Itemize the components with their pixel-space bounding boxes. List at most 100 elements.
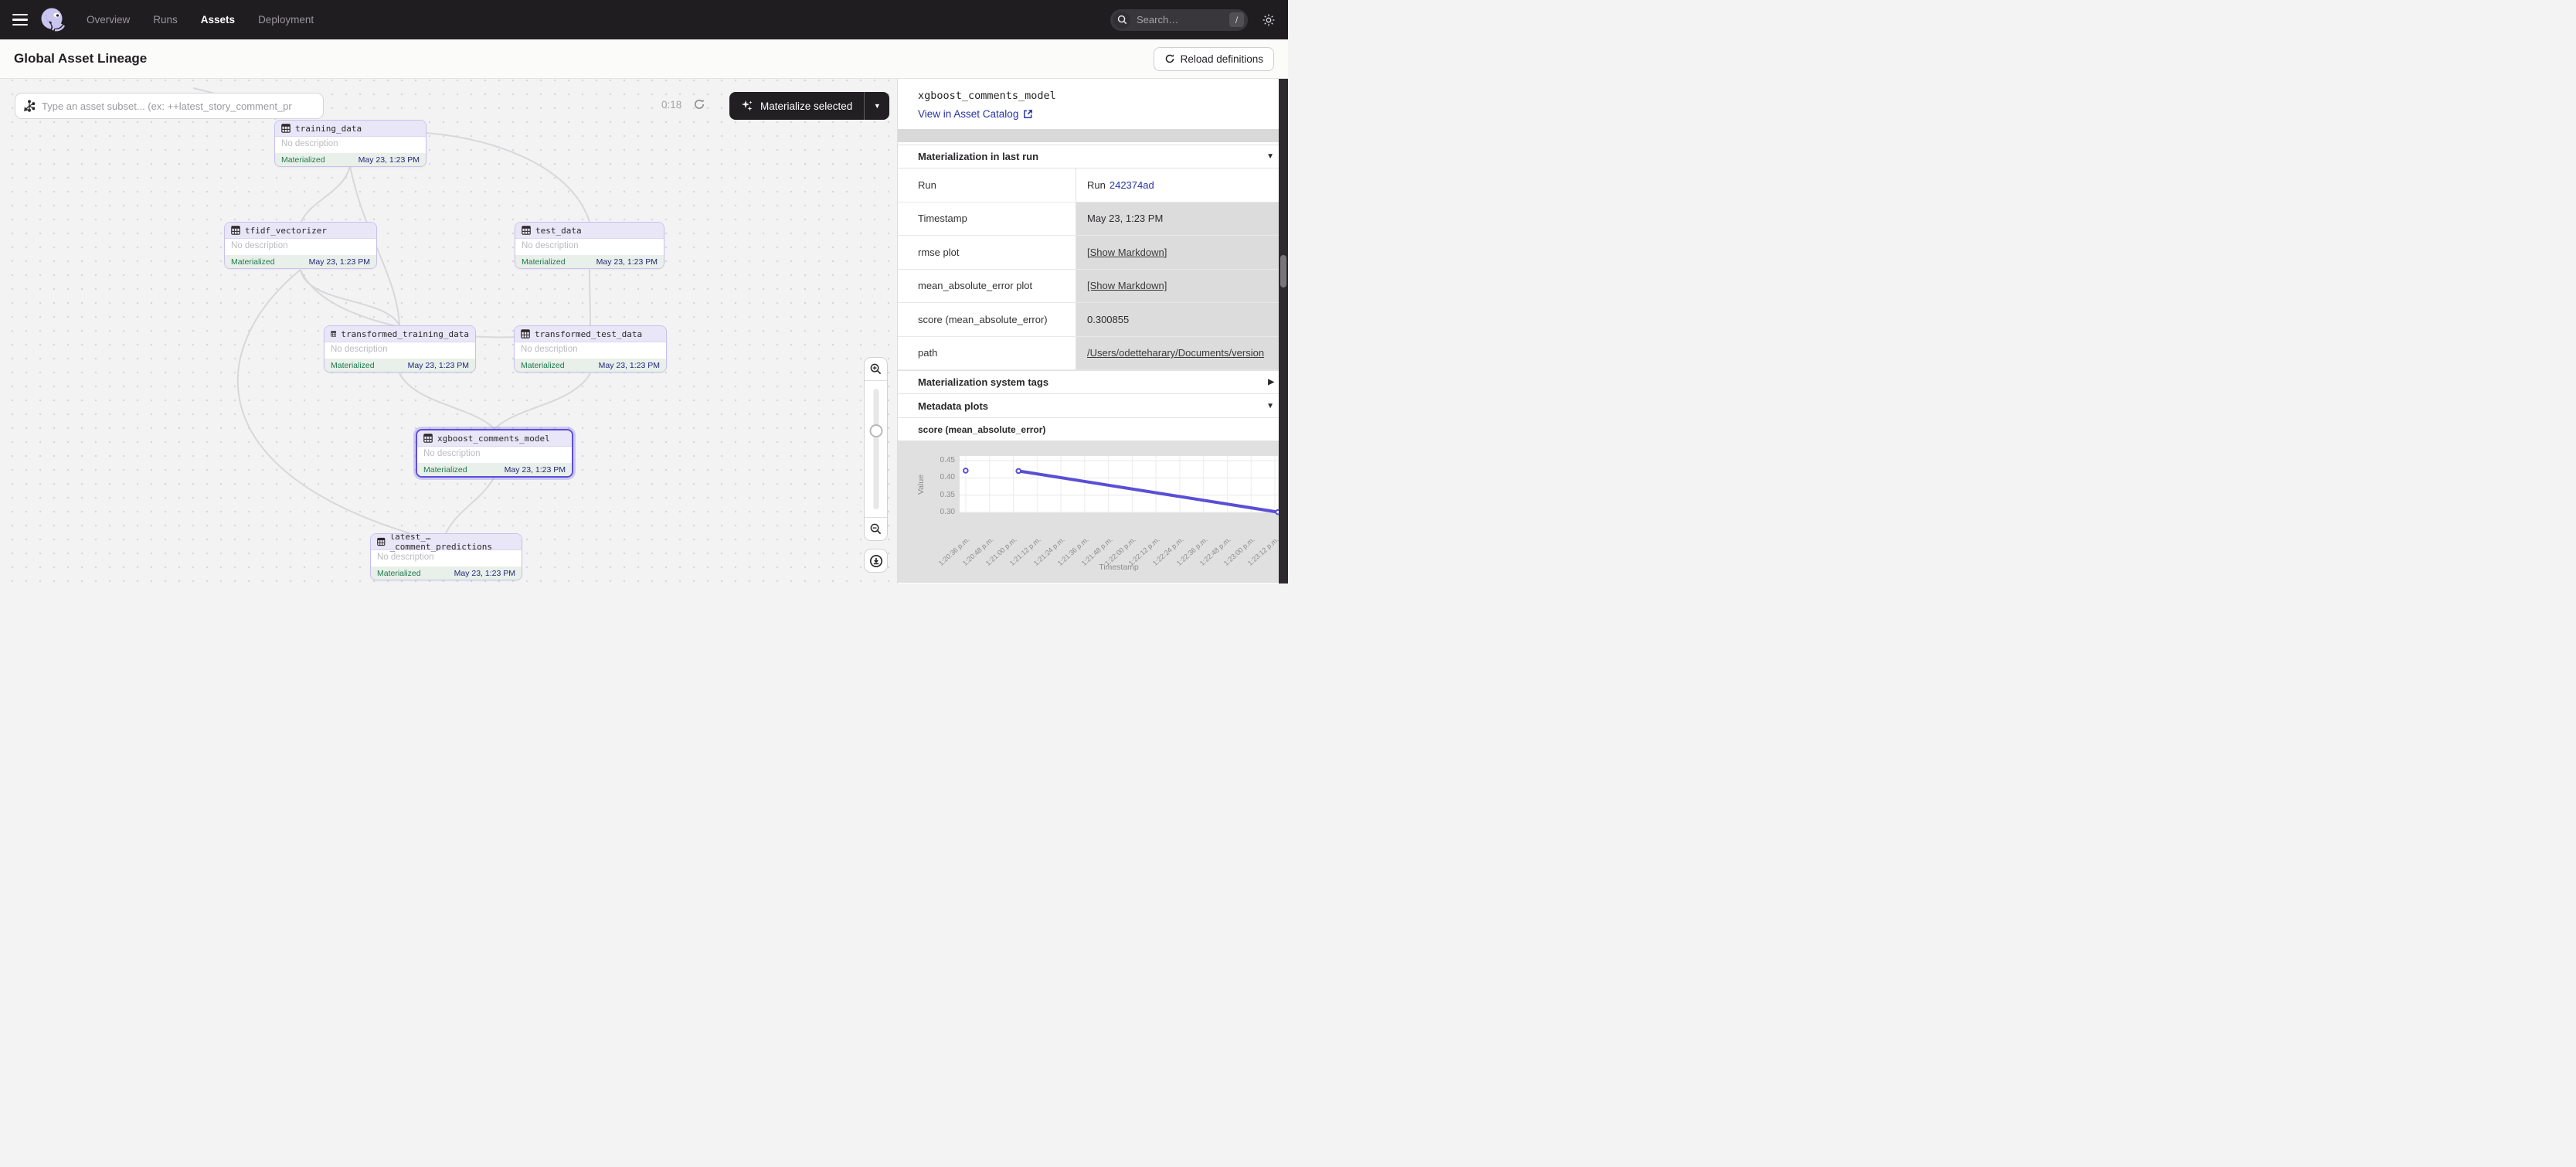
metadata-table: Run Run242374ad Timestamp May 23, 1:23 P… xyxy=(898,168,1288,370)
chevron-right-icon: ▶ xyxy=(1268,378,1274,386)
download-image-button[interactable] xyxy=(864,549,888,573)
section-materialization-system-tags[interactable]: Materialization system tags ▶ xyxy=(898,370,1288,394)
materialized-timestamp: May 23, 1:23 PM xyxy=(505,465,566,475)
materialized-status: Materialized xyxy=(281,155,325,165)
asset-node-name: latest_…_comment_predictions xyxy=(390,533,515,552)
materialized-status: Materialized xyxy=(521,361,565,370)
zoom-slider[interactable] xyxy=(865,381,887,517)
asset-node-training_data[interactable]: training_data No description Materialize… xyxy=(274,120,427,167)
metadata-plot-title: score (mean_absolute_error) xyxy=(898,418,1288,441)
asset-node-test_data[interactable]: test_data No description Materialized Ma… xyxy=(515,222,664,269)
top-navbar: Overview Runs Assets Deployment Search… … xyxy=(0,0,1288,39)
refresh-graph-icon[interactable] xyxy=(693,98,705,111)
dagster-logo[interactable] xyxy=(39,6,66,34)
asset-node-footer: Materialized May 23, 1:23 PM xyxy=(225,255,376,268)
asset-node-header: xgboost_comments_model xyxy=(417,430,572,447)
table-icon xyxy=(231,226,240,235)
asset-node-footer: Materialized May 23, 1:23 PM xyxy=(515,359,666,372)
materialized-timestamp: May 23, 1:23 PM xyxy=(599,361,660,370)
metadata-link[interactable]: [Show Markdown] xyxy=(1087,280,1167,291)
metadata-row: score (mean_absolute_error) 0.300855 xyxy=(898,303,1288,337)
metadata-key: path xyxy=(898,337,1076,370)
refresh-timer: 0:18 xyxy=(661,99,681,111)
nav-item-overview[interactable]: Overview xyxy=(87,14,130,26)
main-content: training_data No description Materialize… xyxy=(0,79,1288,584)
asset-node-xgboost_comments_model[interactable]: xgboost_comments_model No description Ma… xyxy=(416,429,573,478)
metadata-row: Timestamp May 23, 1:23 PM xyxy=(898,202,1288,236)
materialize-dropdown-caret[interactable]: ▼ xyxy=(865,92,889,120)
reload-definitions-button[interactable]: Reload definitions xyxy=(1154,47,1274,71)
settings-gear-icon[interactable] xyxy=(1262,13,1276,27)
zoom-slider-track[interactable] xyxy=(873,389,878,509)
nav-item-deployment[interactable]: Deployment xyxy=(258,14,314,26)
asset-node-description: No description xyxy=(275,137,426,153)
table-icon xyxy=(521,329,530,339)
y-tick-label: 0.35 xyxy=(932,491,955,499)
reload-icon xyxy=(1164,53,1175,64)
section-materialization-in-last-run[interactable]: Materialization in last run ▼ xyxy=(898,145,1288,168)
search-placeholder: Search… xyxy=(1137,14,1229,26)
materialized-timestamp: May 23, 1:23 PM xyxy=(309,257,370,267)
asset-lineage-canvas[interactable]: training_data No description Materialize… xyxy=(0,79,898,584)
nav-item-runs[interactable]: Runs xyxy=(153,14,178,26)
panel-horizontal-scrollbar[interactable] xyxy=(898,129,1288,142)
hamburger-menu-icon[interactable] xyxy=(12,14,28,26)
asset-node-footer: Materialized May 23, 1:23 PM xyxy=(515,255,664,268)
y-tick-label: 0.30 xyxy=(932,508,955,516)
metadata-row: rmse plot [Show Markdown] xyxy=(898,236,1288,270)
asset-node-header: transformed_test_data xyxy=(515,326,666,342)
asset-node-footer: Materialized May 23, 1:23 PM xyxy=(371,566,522,580)
asset-node-transformed_test_data[interactable]: transformed_test_data No description Mat… xyxy=(514,325,667,373)
run-id-link[interactable]: 242374ad xyxy=(1110,179,1154,191)
zoom-out-button[interactable] xyxy=(865,517,887,540)
asset-node-footer: Materialized May 23, 1:23 PM xyxy=(275,153,426,166)
zoom-in-button[interactable] xyxy=(865,358,887,381)
asset-node-latest_comment_predictions[interactable]: latest_…_comment_predictions No descript… xyxy=(370,533,522,580)
metadata-value: /Users/odetteharary/Documents/version xyxy=(1076,337,1288,370)
asset-node-description: No description xyxy=(225,239,376,255)
metadata-value: Run242374ad xyxy=(1076,168,1288,202)
search-shortcut-badge: / xyxy=(1229,12,1244,27)
nav-item-assets[interactable]: Assets xyxy=(201,14,235,26)
metadata-key: mean_absolute_error plot xyxy=(898,270,1076,303)
page-scrollbar[interactable] xyxy=(1279,79,1288,584)
asset-subset-input[interactable] xyxy=(42,100,315,112)
table-icon xyxy=(281,124,291,133)
metadata-key: rmse plot xyxy=(898,236,1076,269)
page-scrollbar-thumb[interactable] xyxy=(1280,255,1286,287)
asset-selection-icon xyxy=(23,100,36,112)
section-metadata-plots[interactable]: Metadata plots ▼ xyxy=(898,394,1288,418)
materialized-timestamp: May 23, 1:23 PM xyxy=(596,257,658,267)
metadata-row: Run Run242374ad xyxy=(898,168,1288,202)
asset-node-transformed_training_data[interactable]: transformed_training_data No description… xyxy=(324,325,476,373)
asset-node-tfidf_vectorizer[interactable]: tfidf_vectorizer No description Material… xyxy=(224,222,377,269)
asset-node-header: transformed_training_data xyxy=(325,326,475,342)
materialized-timestamp: May 23, 1:23 PM xyxy=(454,569,515,578)
global-search-input[interactable]: Search… / xyxy=(1110,9,1248,31)
materialized-status: Materialized xyxy=(377,569,421,578)
materialized-timestamp: May 23, 1:23 PM xyxy=(408,361,469,370)
asset-node-name: test_data xyxy=(535,226,582,236)
asset-node-name: transformed_training_data xyxy=(341,329,469,339)
asset-node-footer: Materialized May 23, 1:23 PM xyxy=(325,359,475,372)
asset-node-header: training_data xyxy=(275,121,426,137)
y-tick-label: 0.40 xyxy=(932,473,955,481)
materialize-selected-button[interactable]: Materialize selected ▼ xyxy=(729,92,889,120)
asset-subset-filter[interactable] xyxy=(15,93,324,119)
metadata-link[interactable]: /Users/odetteharary/Documents/version xyxy=(1087,347,1264,359)
metadata-value: 0.300855 xyxy=(1076,303,1288,336)
score-line-chart[interactable]: 0.450.400.350.301:20:36 p.m.1:20:48 p.m.… xyxy=(898,441,1288,583)
panel-header: xgboost_comments_model View in Asset Cat… xyxy=(898,79,1288,120)
y-axis-title: Value xyxy=(916,474,926,494)
metadata-link[interactable]: [Show Markdown] xyxy=(1087,247,1167,258)
view-in-asset-catalog-link[interactable]: View in Asset Catalog xyxy=(918,108,1033,120)
x-axis-title: Timestamp xyxy=(1099,563,1139,572)
sparkles-icon xyxy=(741,100,753,112)
asset-node-footer: Materialized May 23, 1:23 PM xyxy=(417,463,572,476)
asset-node-description: No description xyxy=(515,239,664,255)
materialized-timestamp: May 23, 1:23 PM xyxy=(359,155,420,165)
external-link-icon xyxy=(1023,109,1033,119)
asset-node-name: training_data xyxy=(295,124,362,134)
zoom-slider-thumb[interactable] xyxy=(869,424,882,437)
asset-node-description: No description xyxy=(515,342,666,359)
